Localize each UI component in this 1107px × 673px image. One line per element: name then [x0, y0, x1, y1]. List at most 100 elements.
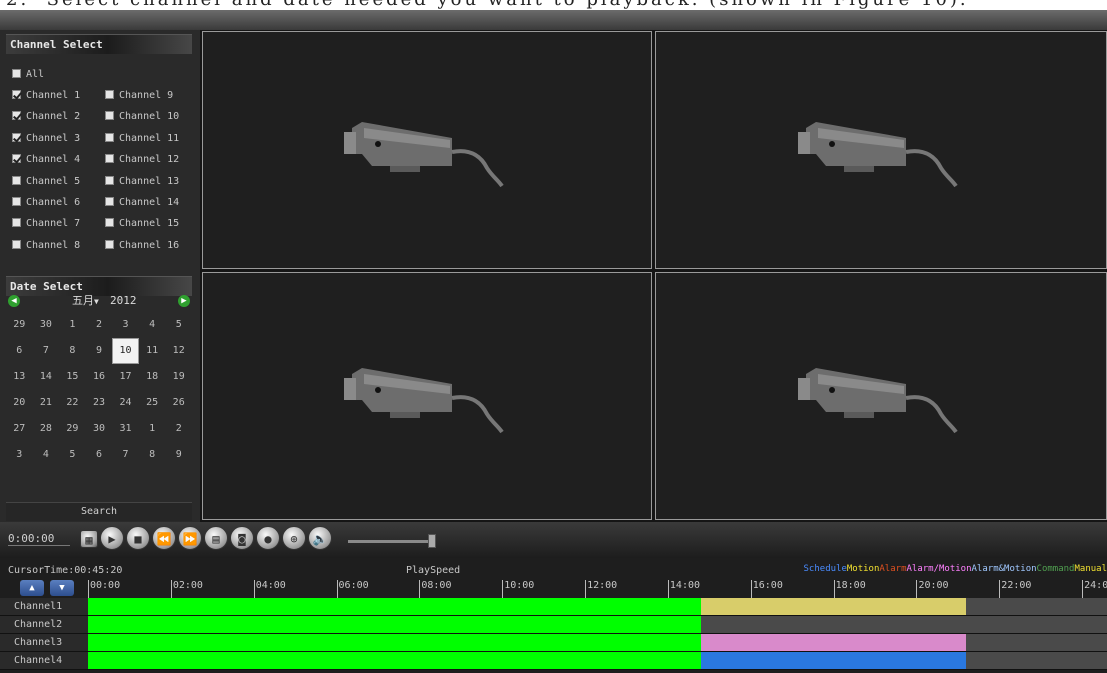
calendar-day[interactable]: 8	[59, 338, 86, 364]
search-button[interactable]: Search	[6, 502, 192, 521]
calendar-day[interactable]: 18	[139, 364, 166, 390]
checkbox-icon[interactable]	[105, 111, 114, 121]
zoom-icon[interactable]: ⊕	[282, 526, 306, 550]
checkbox-icon[interactable]	[12, 69, 21, 78]
calendar-day[interactable]: 7	[33, 338, 60, 364]
checkbox-icon[interactable]	[105, 154, 114, 164]
grid-icon[interactable]: ▦	[80, 530, 98, 548]
timeline-track[interactable]	[88, 634, 1107, 652]
calendar-day[interactable]: 3	[112, 312, 139, 338]
calendar-day[interactable]: 23	[86, 390, 113, 416]
zoom-in-icon[interactable]: ▲	[20, 580, 44, 596]
calendar-day[interactable]: 8	[139, 442, 166, 468]
recording-segment[interactable]	[701, 634, 967, 651]
calendar-day[interactable]: 4	[33, 442, 60, 468]
frame-icon[interactable]: ▤	[204, 526, 228, 550]
calendar-day[interactable]: 6	[6, 338, 33, 364]
channel-checkbox-row[interactable]: Channel 12	[105, 153, 179, 167]
calendar-day[interactable]: 28	[33, 416, 60, 442]
channel-checkbox-row[interactable]: Channel 1	[12, 89, 80, 103]
channel-checkbox-row[interactable]: Channel 16	[105, 239, 179, 253]
calendar-day[interactable]: 13	[6, 364, 33, 390]
channel-checkbox-row[interactable]: Channel 7	[12, 217, 80, 231]
checkbox-icon[interactable]	[105, 197, 114, 206]
checkbox-icon[interactable]	[12, 175, 21, 185]
calendar-day[interactable]: 10	[112, 338, 139, 364]
video-pane-4[interactable]	[655, 272, 1107, 520]
checkbox-checked-icon[interactable]	[12, 132, 21, 142]
checkbox-icon[interactable]	[105, 239, 114, 249]
video-pane-3[interactable]	[202, 272, 652, 520]
recording-segment[interactable]	[701, 652, 967, 669]
video-pane-2[interactable]	[655, 31, 1107, 269]
checkbox-checked-icon[interactable]	[12, 111, 21, 121]
volume-slider-handle[interactable]	[428, 534, 436, 548]
calendar-day[interactable]: 17	[112, 364, 139, 390]
recording-segment[interactable]	[88, 652, 702, 669]
stop-icon[interactable]: ■	[126, 526, 150, 550]
calendar-day[interactable]: 9	[165, 442, 192, 468]
channel-checkbox-row[interactable]: Channel 6	[12, 196, 80, 210]
snapshot-icon[interactable]: ◙	[230, 526, 254, 550]
checkbox-checked-icon[interactable]	[12, 90, 21, 99]
calendar-day[interactable]: 22	[59, 390, 86, 416]
prev-month-icon[interactable]: ◀	[8, 295, 20, 307]
channel-checkbox-row[interactable]: Channel 3	[12, 132, 80, 146]
calendar-day[interactable]: 4	[139, 312, 166, 338]
checkbox-icon[interactable]	[12, 239, 21, 249]
calendar-year[interactable]: 2012	[110, 293, 137, 309]
calendar-day[interactable]: 24	[112, 390, 139, 416]
channel-checkbox-row[interactable]: Channel 10	[105, 110, 179, 124]
calendar-day[interactable]: 30	[33, 312, 60, 338]
channel-checkbox-row[interactable]: Channel 11	[105, 132, 179, 146]
recording-segment[interactable]	[88, 616, 702, 633]
timeline-track[interactable]	[88, 652, 1107, 670]
channel-checkbox-row[interactable]: Channel 4	[12, 153, 80, 167]
calendar-day[interactable]: 14	[33, 364, 60, 390]
calendar-day[interactable]: 6	[86, 442, 113, 468]
channel-checkbox-row[interactable]: Channel 5	[12, 175, 80, 189]
checkbox-icon[interactable]	[105, 175, 114, 185]
calendar-day[interactable]: 15	[59, 364, 86, 390]
calendar-day[interactable]: 1	[59, 312, 86, 338]
channel-checkbox-row[interactable]: Channel 15	[105, 217, 179, 231]
calendar-day[interactable]: 19	[165, 364, 192, 390]
calendar-day[interactable]: 3	[6, 442, 33, 468]
channel-checkbox-row[interactable]: Channel 2	[12, 110, 80, 124]
timeline-track[interactable]	[88, 598, 1107, 616]
recording-segment[interactable]	[701, 598, 967, 615]
calendar-day[interactable]: 31	[112, 416, 139, 442]
calendar-day[interactable]: 26	[165, 390, 192, 416]
calendar-day[interactable]: 5	[59, 442, 86, 468]
video-pane-1[interactable]	[202, 31, 652, 269]
record-icon[interactable]: ●	[256, 526, 280, 550]
play-icon[interactable]: ▶	[100, 526, 124, 550]
recording-segment[interactable]	[88, 598, 702, 615]
calendar-day[interactable]: 2	[86, 312, 113, 338]
checkbox-all[interactable]: All	[12, 68, 44, 82]
calendar-day[interactable]: 20	[6, 390, 33, 416]
channel-checkbox-row[interactable]: Channel 14	[105, 196, 179, 210]
zoom-out-icon[interactable]: ▼	[50, 580, 74, 596]
recording-segment[interactable]	[88, 634, 702, 651]
checkbox-icon[interactable]	[12, 218, 21, 228]
checkbox-icon[interactable]	[12, 197, 21, 206]
rewind-icon[interactable]: ⏪	[152, 526, 176, 550]
volume-slider-track[interactable]	[348, 540, 436, 543]
calendar-day[interactable]: 1	[139, 416, 166, 442]
volume-icon[interactable]: 🔈	[308, 526, 332, 550]
calendar-day[interactable]: 11	[139, 338, 166, 364]
calendar-day[interactable]: 16	[86, 364, 113, 390]
fast-forward-icon[interactable]: ⏩	[178, 526, 202, 550]
calendar-day[interactable]: 2	[165, 416, 192, 442]
calendar-day[interactable]: 9	[86, 338, 113, 364]
channel-checkbox-row[interactable]: Channel 8	[12, 239, 80, 253]
timeline-track[interactable]	[88, 616, 1107, 634]
calendar-day[interactable]: 29	[59, 416, 86, 442]
calendar-month[interactable]: 五月▼	[72, 293, 99, 310]
calendar-day[interactable]: 5	[165, 312, 192, 338]
checkbox-icon[interactable]	[105, 132, 114, 142]
calendar-day[interactable]: 25	[139, 390, 166, 416]
channel-checkbox-row[interactable]: Channel 13	[105, 175, 179, 189]
calendar-day[interactable]: 21	[33, 390, 60, 416]
